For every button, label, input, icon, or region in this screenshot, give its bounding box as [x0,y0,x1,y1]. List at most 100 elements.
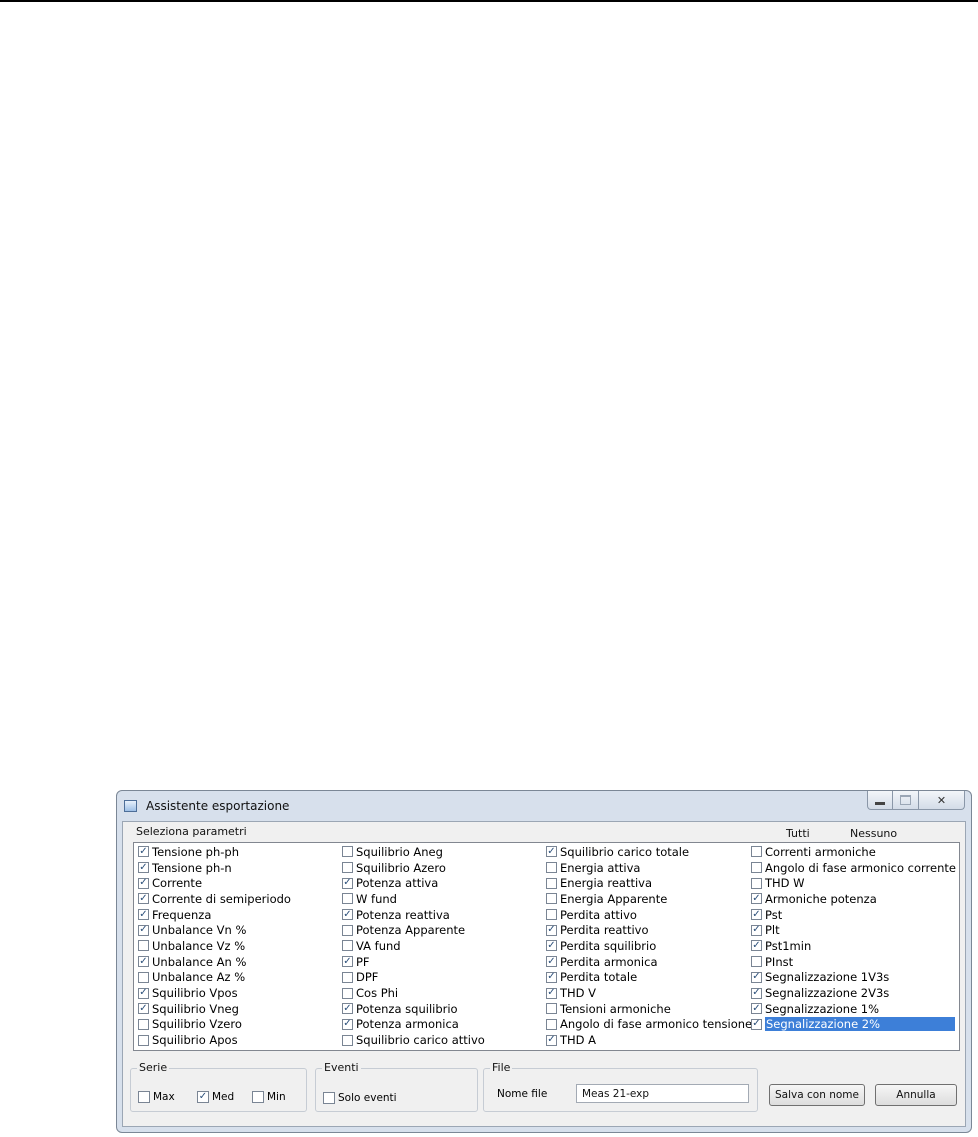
param-item[interactable]: PInst [751,954,956,970]
param-item[interactable]: ✓ Segnalizzazione 2V3s [751,985,956,1001]
param-item[interactable]: ✓ Segnalizzazione 2% [751,1017,956,1033]
med-option[interactable]: ✓ Med [197,1091,234,1103]
param-item[interactable]: ✓ Frequenza [138,907,291,923]
param-item[interactable]: ✓ THD A [546,1032,752,1048]
param-item[interactable]: Correnti armoniche [751,844,956,860]
param-item[interactable]: ✓ Unbalance Vn % [138,922,291,938]
param-item[interactable]: ✓ THD V [546,985,752,1001]
param-item[interactable]: Energia Apparente [546,891,752,907]
param-checkbox[interactable] [546,893,557,905]
param-item[interactable]: Energia reattiva [546,875,752,891]
param-item[interactable]: Squilibrio carico attivo [342,1032,485,1048]
param-checkbox[interactable]: ✓ [138,909,149,921]
param-item[interactable]: ✓ Armoniche potenza [751,891,956,907]
param-checkbox[interactable] [138,1034,149,1046]
param-item[interactable]: W fund [342,891,485,907]
param-item[interactable]: ✓ Corrente di semiperiodo [138,891,291,907]
param-checkbox[interactable]: ✓ [138,877,149,889]
param-checkbox[interactable] [751,956,762,968]
param-item[interactable]: Squilibrio Aneg [342,844,485,860]
param-item[interactable]: ✓ Pst1min [751,938,956,954]
param-item[interactable]: ✓ Squilibrio Vneg [138,1001,291,1017]
param-item[interactable]: ✓ Potenza armonica [342,1017,485,1033]
param-item[interactable]: ✓ Perdita totale [546,970,752,986]
max-option[interactable]: Max [138,1091,175,1103]
param-checkbox[interactable] [546,1018,557,1030]
param-checkbox[interactable] [342,846,353,858]
min-option[interactable]: Min [252,1091,286,1103]
param-checkbox[interactable]: ✓ [138,893,149,905]
param-item[interactable]: ✓ Corrente [138,875,291,891]
param-checkbox[interactable]: ✓ [546,1034,557,1046]
param-item[interactable]: Potenza Apparente [342,922,485,938]
min-checkbox[interactable] [252,1091,264,1103]
minimize-button[interactable] [867,791,893,810]
param-checkbox[interactable] [546,1003,557,1015]
param-checkbox[interactable] [138,940,149,952]
param-item[interactable]: ✓ Segnalizzazione 1V3s [751,970,956,986]
param-checkbox[interactable] [546,909,557,921]
param-checkbox[interactable]: ✓ [751,924,762,936]
param-checkbox[interactable]: ✓ [751,971,762,983]
param-item[interactable]: Cos Phi [342,985,485,1001]
param-item[interactable]: Unbalance Vz % [138,938,291,954]
param-checkbox[interactable] [342,971,353,983]
param-item[interactable]: ✓ Perdita armonica [546,954,752,970]
param-item[interactable]: ✓ Pst [751,907,956,923]
param-item[interactable]: THD W [751,875,956,891]
param-checkbox[interactable]: ✓ [138,1003,149,1015]
param-item[interactable]: ✓ Tensione ph-ph [138,844,291,860]
param-checkbox[interactable]: ✓ [342,1003,353,1015]
param-checkbox[interactable]: ✓ [342,877,353,889]
param-item[interactable]: ✓ Potenza reattiva [342,907,485,923]
param-checkbox[interactable]: ✓ [751,893,762,905]
param-checkbox[interactable]: ✓ [138,987,149,999]
param-checkbox[interactable]: ✓ [138,956,149,968]
param-checkbox[interactable]: ✓ [546,987,557,999]
param-checkbox[interactable] [751,846,762,858]
param-checkbox[interactable] [751,862,762,874]
param-checkbox[interactable] [751,877,762,889]
param-item[interactable]: Perdita attivo [546,907,752,923]
param-checkbox[interactable] [138,1018,149,1030]
param-item[interactable]: Angolo di fase armonico corrente [751,860,956,876]
param-checkbox[interactable]: ✓ [546,940,557,952]
param-item[interactable]: ✓ Perdita reattivo [546,922,752,938]
param-checkbox[interactable] [546,877,557,889]
param-checkbox[interactable]: ✓ [342,956,353,968]
maximize-button[interactable] [893,791,919,810]
param-checkbox[interactable]: ✓ [342,1018,353,1030]
param-checkbox[interactable]: ✓ [751,987,762,999]
param-checkbox[interactable] [342,940,353,952]
param-checkbox[interactable] [342,924,353,936]
param-checkbox[interactable]: ✓ [751,1018,762,1030]
param-checkbox[interactable] [342,987,353,999]
param-checkbox[interactable]: ✓ [138,846,149,858]
param-checkbox[interactable] [342,1034,353,1046]
param-item[interactable]: Squilibrio Vzero [138,1017,291,1033]
title-bar[interactable]: Assistente esportazione ✕ [117,791,971,821]
param-checkbox[interactable] [546,862,557,874]
med-checkbox[interactable]: ✓ [197,1091,209,1103]
solo-eventi-option[interactable]: Solo eventi [323,1092,397,1104]
save-as-button[interactable]: Salva con nome [769,1084,865,1106]
param-item[interactable]: ✓ Potenza attiva [342,875,485,891]
param-item[interactable]: DPF [342,970,485,986]
param-item[interactable]: ✓ Tensione ph-n [138,860,291,876]
param-item[interactable]: ✓ Potenza squilibrio [342,1001,485,1017]
param-item[interactable]: ✓ PF [342,954,485,970]
param-item[interactable]: Tensioni armoniche [546,1001,752,1017]
select-all-link[interactable]: Tutti [786,827,810,840]
param-checkbox[interactable]: ✓ [751,1003,762,1015]
param-item[interactable]: Squilibrio Apos [138,1032,291,1048]
param-item[interactable]: Unbalance Az % [138,970,291,986]
param-item[interactable]: ✓ Unbalance An % [138,954,291,970]
select-none-link[interactable]: Nessuno [850,827,897,840]
close-button[interactable]: ✕ [919,791,965,810]
param-checkbox[interactable]: ✓ [751,940,762,952]
param-checkbox[interactable]: ✓ [138,924,149,936]
param-item[interactable]: Squilibrio Azero [342,860,485,876]
param-checkbox[interactable]: ✓ [138,862,149,874]
param-item[interactable]: ✓ Squilibrio carico totale [546,844,752,860]
param-item[interactable]: Angolo di fase armonico tensione [546,1017,752,1033]
